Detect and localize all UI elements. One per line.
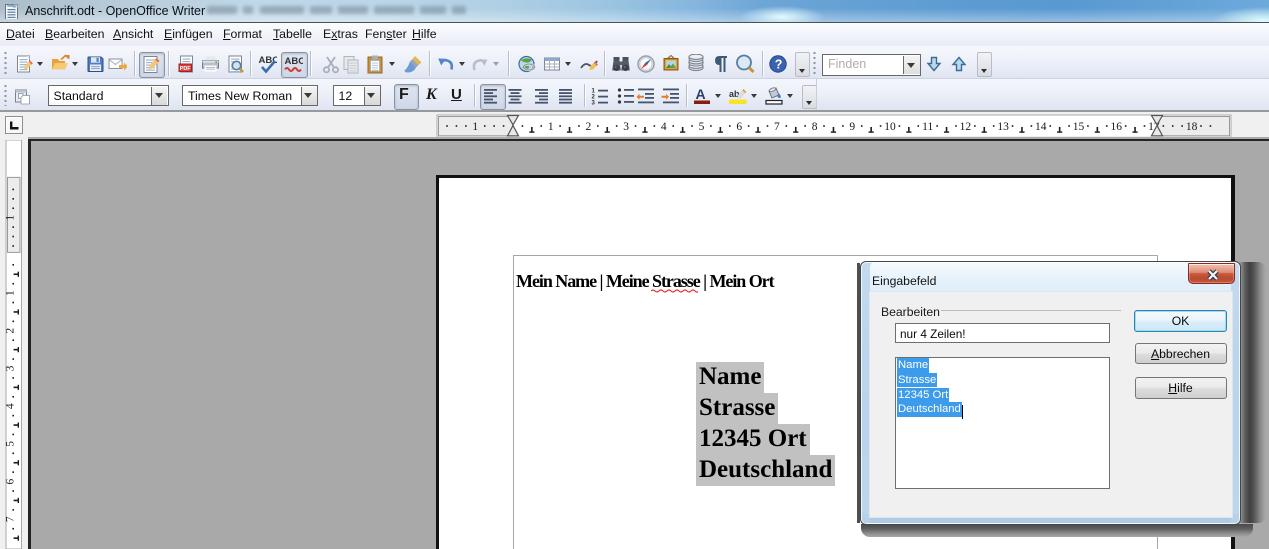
svg-text:2: 2 — [586, 121, 592, 133]
svg-text:?: ? — [775, 58, 783, 72]
svg-text:15: 15 — [1073, 121, 1085, 133]
svg-text:5: 5 — [699, 121, 705, 133]
svg-text:1: 1 — [5, 290, 17, 296]
svg-text:1: 1 — [5, 215, 17, 221]
svg-text:11: 11 — [922, 121, 933, 133]
svg-text:4: 4 — [5, 403, 17, 409]
svg-text:6: 6 — [736, 121, 742, 133]
svg-text:3: 3 — [623, 121, 629, 133]
svg-text:A: A — [696, 86, 706, 102]
svg-text:3: 3 — [592, 101, 596, 107]
svg-text:8: 8 — [812, 121, 818, 133]
svg-text:7: 7 — [774, 121, 780, 133]
svg-text:7: 7 — [5, 516, 17, 522]
svg-text:1: 1 — [472, 121, 478, 133]
svg-text:3: 3 — [5, 365, 17, 371]
svg-text:13: 13 — [997, 121, 1009, 133]
svg-text:12: 12 — [960, 121, 972, 133]
svg-text:16: 16 — [1110, 121, 1122, 133]
svg-text:9: 9 — [849, 121, 855, 133]
svg-text:ABC: ABC — [285, 56, 304, 67]
svg-text:18: 18 — [1186, 121, 1198, 133]
svg-text:14: 14 — [1035, 121, 1047, 133]
svg-text:2: 2 — [5, 328, 17, 334]
svg-text:6: 6 — [5, 478, 17, 484]
svg-text:10: 10 — [884, 121, 896, 133]
svg-text:PDF: PDF — [180, 66, 191, 72]
svg-text:4: 4 — [661, 121, 667, 133]
svg-text:5: 5 — [5, 441, 17, 447]
svg-text:1: 1 — [548, 121, 554, 133]
